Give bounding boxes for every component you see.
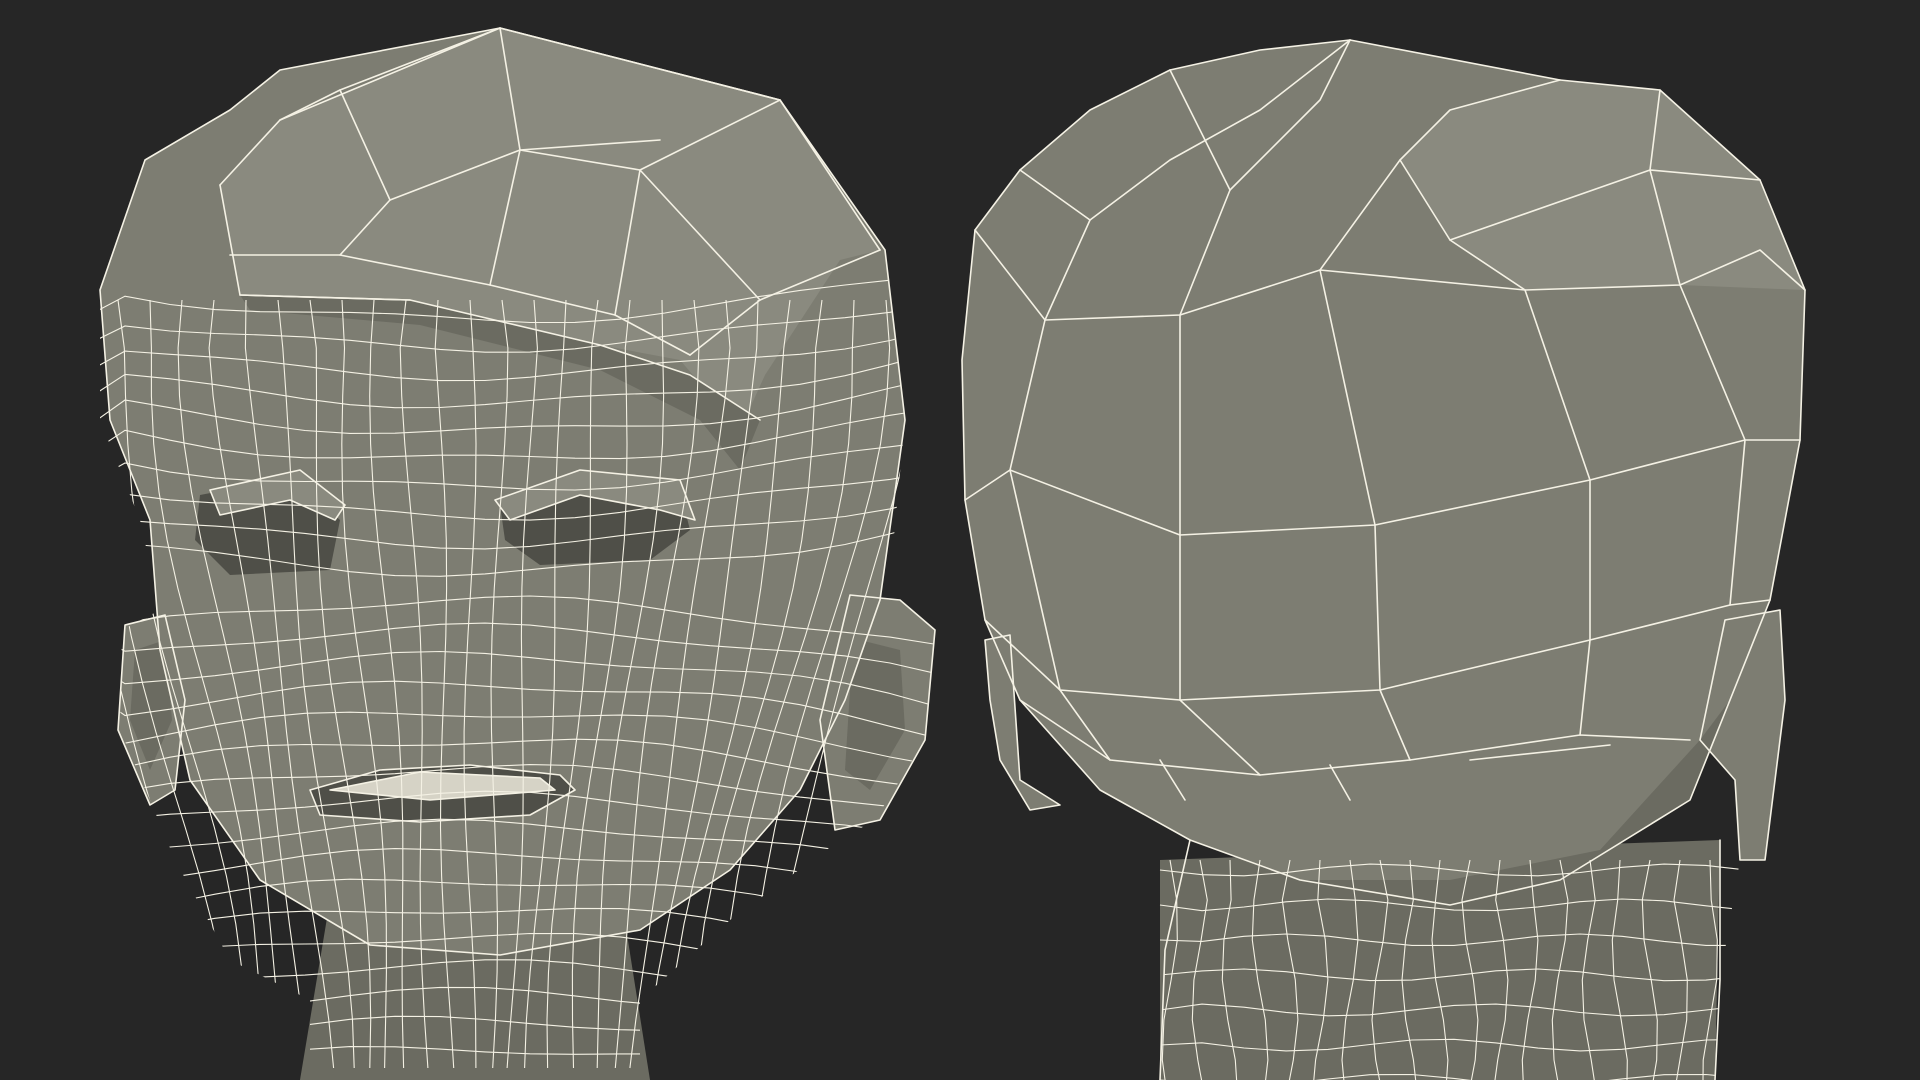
viewport	[0, 0, 1920, 1080]
head-back-wireframe-icon	[961, 39, 1806, 1080]
head-front-wireframe-icon	[99, 27, 936, 1080]
render-canvas	[99, 27, 1806, 1080]
